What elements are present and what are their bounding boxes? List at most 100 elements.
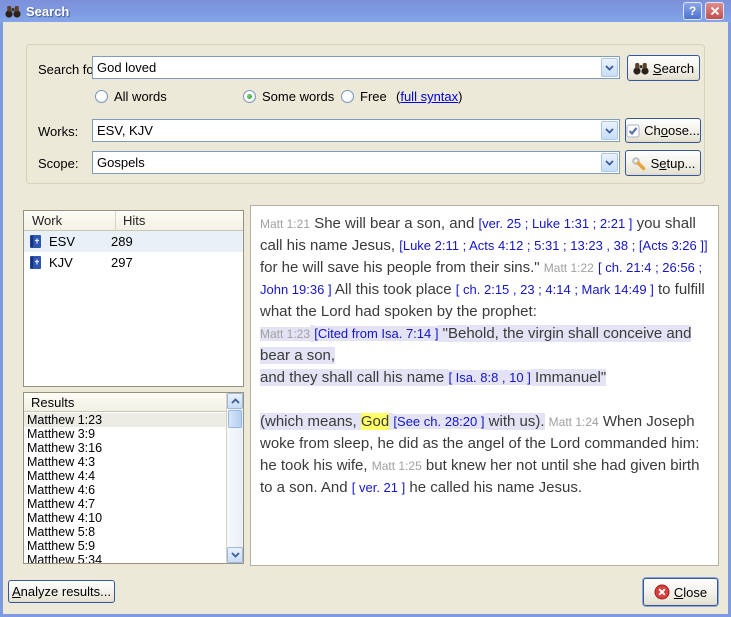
window-title: Search (26, 4, 69, 19)
column-work[interactable]: Work (24, 211, 116, 230)
result-item[interactable]: Matthew 3:16 (24, 441, 226, 455)
analyze-results-button[interactable]: Analyze results... (8, 580, 115, 603)
search-hit-word: God (361, 413, 389, 430)
chevron-up-icon (231, 398, 240, 404)
window-close-button[interactable] (705, 2, 724, 20)
verse-text: with us). (484, 413, 544, 430)
dialog-body: Search for: God loved Search All words S… (3, 22, 728, 614)
search-dialog: Search ? Search for: God loved Search Al… (0, 0, 731, 617)
result-item[interactable]: Matthew 4:6 (24, 483, 226, 497)
full-syntax-link[interactable]: full syntax (400, 89, 458, 104)
cross-reference-link[interactable]: [Luke 2:11 ; Acts 4:12 ; 5:31 ; 13:23 , … (399, 238, 707, 253)
cross-reference-link[interactable]: [ ch. 2:15 , 23 ; 4:14 ; Mark 14:49 ] (456, 282, 654, 297)
help-button[interactable]: ? (683, 2, 702, 20)
cross-reference-link[interactable]: [ ver. 21 ] (352, 480, 405, 495)
choose-button-label: Choose... (644, 123, 700, 138)
scrollbar-thumb[interactable] (228, 410, 242, 428)
scope-label: Scope: (38, 156, 78, 171)
verse-reference: Matt 1:25 (372, 459, 422, 473)
cross-reference-link[interactable]: [See ch. 28:20 ] (393, 414, 484, 429)
verse-text: and they shall call his name (260, 369, 448, 386)
setup-scope-button[interactable]: Setup... (625, 150, 701, 176)
result-item[interactable]: Matthew 5:34 (24, 553, 226, 563)
work-name: ESV (49, 234, 111, 249)
works-combobox[interactable]: ESV, KJV (92, 119, 620, 142)
choose-works-button[interactable]: Choose... (625, 118, 701, 143)
cross-reference-link[interactable]: [ver. 25 ; Luke 1:31 ; 2:21 ] (478, 216, 632, 231)
scope-value[interactable]: Gospels (93, 155, 600, 170)
analyze-button-label: Analyze results... (12, 584, 111, 599)
chevron-down-icon (605, 65, 614, 71)
result-item[interactable]: Matthew 5:9 (24, 539, 226, 553)
cross-reference-link[interactable]: [ Isa. 8:8 , 10 ] (448, 370, 530, 385)
result-item[interactable]: Matthew 5:8 (24, 525, 226, 539)
verse-text: She will bear a son, and (310, 215, 478, 232)
hits-table-body: ESV289KJV297 (24, 231, 243, 273)
radio-icon[interactable] (95, 90, 108, 103)
result-item[interactable]: Matthew 4:10 (24, 511, 226, 525)
close-icon (710, 6, 720, 16)
works-label: Works: (38, 124, 78, 139)
verse-text: Immanuel" (531, 369, 606, 386)
titlebar[interactable]: Search ? (0, 0, 731, 22)
hits-table: Work Hits ESV289KJV297 (23, 210, 244, 387)
radio-free-label: Free (360, 89, 387, 104)
book-icon (29, 234, 42, 249)
results-scrollbar[interactable] (226, 393, 243, 563)
scope-combobox[interactable]: Gospels (92, 151, 620, 174)
scroll-down-button[interactable] (227, 547, 243, 563)
hit-count: 289 (111, 234, 133, 249)
hits-table-row[interactable]: ESV289 (24, 231, 243, 252)
full-syntax: (full syntax) (396, 89, 463, 104)
radio-free[interactable]: Free (341, 88, 387, 104)
cross-reference-link[interactable]: [Cited from Isa. 7:14 ] (314, 326, 438, 341)
dropdown-button[interactable] (601, 58, 618, 77)
radio-icon[interactable] (243, 90, 256, 103)
verse-text: he called his name Jesus. (405, 479, 582, 496)
radio-some-words[interactable]: Some words (243, 88, 334, 104)
hits-table-row[interactable]: KJV297 (24, 252, 243, 273)
chevron-down-icon (605, 128, 614, 134)
setup-button-label: Setup... (651, 156, 696, 171)
column-hits[interactable]: Hits (116, 213, 145, 228)
result-item[interactable]: Matthew 4:4 (24, 469, 226, 483)
hits-table-header[interactable]: Work Hits (24, 211, 243, 231)
close-button[interactable]: Close (643, 578, 718, 606)
scroll-up-button[interactable] (227, 393, 243, 409)
search-button[interactable]: Search (627, 55, 700, 81)
radio-all-words-label: All words (114, 89, 167, 104)
search-for-combobox[interactable]: God loved (92, 56, 620, 79)
dropdown-button[interactable] (601, 121, 618, 140)
verse-reference: Matt 1:21 (260, 217, 310, 231)
result-item[interactable]: Matthew 3:9 (24, 427, 226, 441)
binoculars-icon (5, 5, 21, 18)
radio-icon[interactable] (341, 90, 354, 103)
dropdown-button[interactable] (601, 153, 618, 172)
close-button-label: Close (674, 585, 707, 600)
radio-all-words[interactable]: All words (95, 88, 167, 104)
binoculars-icon (633, 62, 649, 75)
result-item[interactable]: Matthew 4:7 (24, 497, 226, 511)
result-item[interactable]: Matthew 4:3 (24, 455, 226, 469)
results-header: Results (24, 393, 226, 412)
work-name: KJV (49, 255, 111, 270)
hit-count: 297 (111, 255, 133, 270)
verse-reference: Matt 1:22 (544, 261, 594, 275)
verse-reference: Matt 1:23 (260, 327, 310, 341)
close-red-icon (654, 584, 670, 600)
results-list: Results Matthew 1:23Matthew 3:9Matthew 3… (23, 392, 244, 564)
result-item[interactable]: Matthew 1:23 (24, 413, 226, 427)
book-icon (29, 255, 42, 270)
checkmark-icon (626, 124, 640, 138)
verse-preview-pane[interactable]: Matt 1:21 She will bear a son, and [ver.… (250, 205, 719, 566)
works-value[interactable]: ESV, KJV (93, 123, 600, 138)
verse-text: All this took place (332, 281, 456, 298)
verse-text: (which means, (260, 413, 361, 430)
chevron-down-icon (605, 160, 614, 166)
verse-text: for he will save his people from their s… (260, 259, 544, 276)
search-button-label: Search (653, 61, 694, 76)
scrollbar-track[interactable] (227, 429, 243, 547)
chevron-down-icon (231, 552, 240, 558)
verse-reference: Matt 1:24 (549, 415, 599, 429)
search-for-value[interactable]: God loved (93, 60, 600, 75)
